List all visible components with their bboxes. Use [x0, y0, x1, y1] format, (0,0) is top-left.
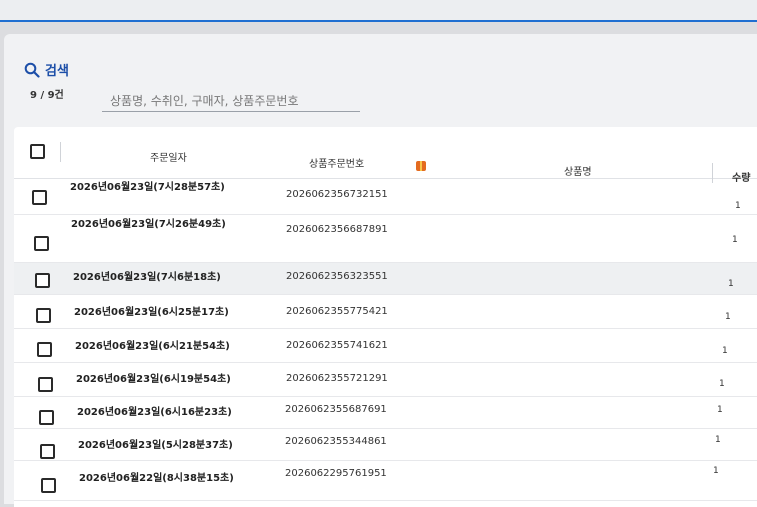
order-date: 2026년06월23일(7시28분57초) [70, 182, 225, 193]
quantity: 1 [735, 201, 741, 211]
order-date: 2026년06월23일(7시6분18초) [73, 272, 221, 283]
table-row[interactable]: 2026년06월23일(5시28분37초) 2026062355344861 1 [14, 429, 757, 461]
order-date: 2026년06월23일(5시28분37초) [78, 440, 233, 451]
row-checkbox[interactable] [36, 308, 51, 323]
table-row[interactable]: 2026년06월23일(7시28분57초) 2026062356732151 1 [14, 179, 757, 215]
table-row[interactable]: 2026년06월22일(8시38분15초) 2026062295761951 1 [14, 461, 757, 501]
column-divider [60, 142, 61, 162]
order-list-panel: 검색 9 / 9건 주문일자 상품주문번호 상품명 수량 2026년06월23일… [4, 34, 757, 507]
search-header: 검색 [24, 60, 69, 79]
product-order-no: 2026062356323551 [286, 271, 388, 282]
order-date: 2026년06월23일(6시19분54초) [76, 374, 231, 385]
row-checkbox[interactable] [37, 342, 52, 357]
row-checkbox[interactable] [35, 273, 50, 288]
row-checkbox[interactable] [38, 377, 53, 392]
quantity: 1 [713, 466, 719, 476]
gift-icon [416, 161, 426, 171]
table-row[interactable]: 2026년06월23일(6시25분17초) 2026062355775421 1 [14, 295, 757, 329]
product-order-no: 2026062356732151 [286, 189, 388, 200]
product-order-no: 2026062355344861 [285, 436, 387, 447]
row-checkbox[interactable] [32, 190, 47, 205]
table-row[interactable]: 2026년06월23일(7시6분18초) 2026062356323551 1 [14, 263, 757, 295]
order-date: 2026년06월23일(6시25분17초) [74, 307, 229, 318]
quantity: 1 [715, 435, 721, 445]
quantity: 1 [732, 235, 738, 245]
product-order-no: 2026062355775421 [286, 306, 388, 317]
order-date: 2026년06월23일(6시16분23초) [77, 407, 232, 418]
product-order-no: 2026062356687891 [286, 224, 388, 235]
search-title-label: 검색 [45, 64, 69, 79]
row-checkbox[interactable] [34, 236, 49, 251]
header-product-name[interactable]: 상품명 [564, 163, 592, 178]
quantity: 1 [717, 405, 723, 415]
product-order-no: 2026062355741621 [286, 340, 388, 351]
search-input[interactable] [102, 90, 360, 112]
top-bar [0, 0, 757, 22]
order-date: 2026년06월23일(6시21분54초) [75, 341, 230, 352]
search-title: 검색 [24, 60, 69, 79]
row-checkbox[interactable] [39, 410, 54, 425]
order-date: 2026년06월23일(7시26분49초) [71, 219, 226, 230]
header-product-order-no[interactable]: 상품주문번호 [309, 155, 364, 170]
table-row[interactable]: 2026년06월23일(6시16분23초) 2026062355687691 1 [14, 397, 757, 429]
row-checkbox[interactable] [40, 444, 55, 459]
quantity: 1 [725, 312, 731, 322]
product-order-no: 2026062355687691 [285, 404, 387, 415]
result-count: 9 / 9건 [30, 90, 64, 101]
order-table: 주문일자 상품주문번호 상품명 수량 2026년06월23일(7시28분57초)… [14, 127, 757, 507]
product-order-no: 2026062355721291 [286, 373, 388, 384]
table-row[interactable]: 2026년06월23일(6시21분54초) 2026062355741621 1 [14, 329, 757, 363]
table-row[interactable]: 2026년06월23일(7시26분49초) 2026062356687891 1 [14, 215, 757, 263]
quantity: 1 [722, 346, 728, 356]
order-date: 2026년06월22일(8시38분15초) [79, 473, 234, 484]
table-header: 주문일자 상품주문번호 상품명 수량 [14, 127, 757, 184]
header-order-date[interactable]: 주문일자 [150, 149, 187, 164]
row-checkbox[interactable] [41, 478, 56, 493]
table-row[interactable]: 2026년06월23일(6시19분54초) 2026062355721291 1 [14, 363, 757, 397]
quantity: 1 [728, 279, 734, 289]
product-order-no: 2026062295761951 [285, 468, 387, 479]
quantity: 1 [719, 379, 725, 389]
select-all-checkbox[interactable] [30, 144, 45, 159]
search-icon[interactable] [24, 62, 40, 78]
